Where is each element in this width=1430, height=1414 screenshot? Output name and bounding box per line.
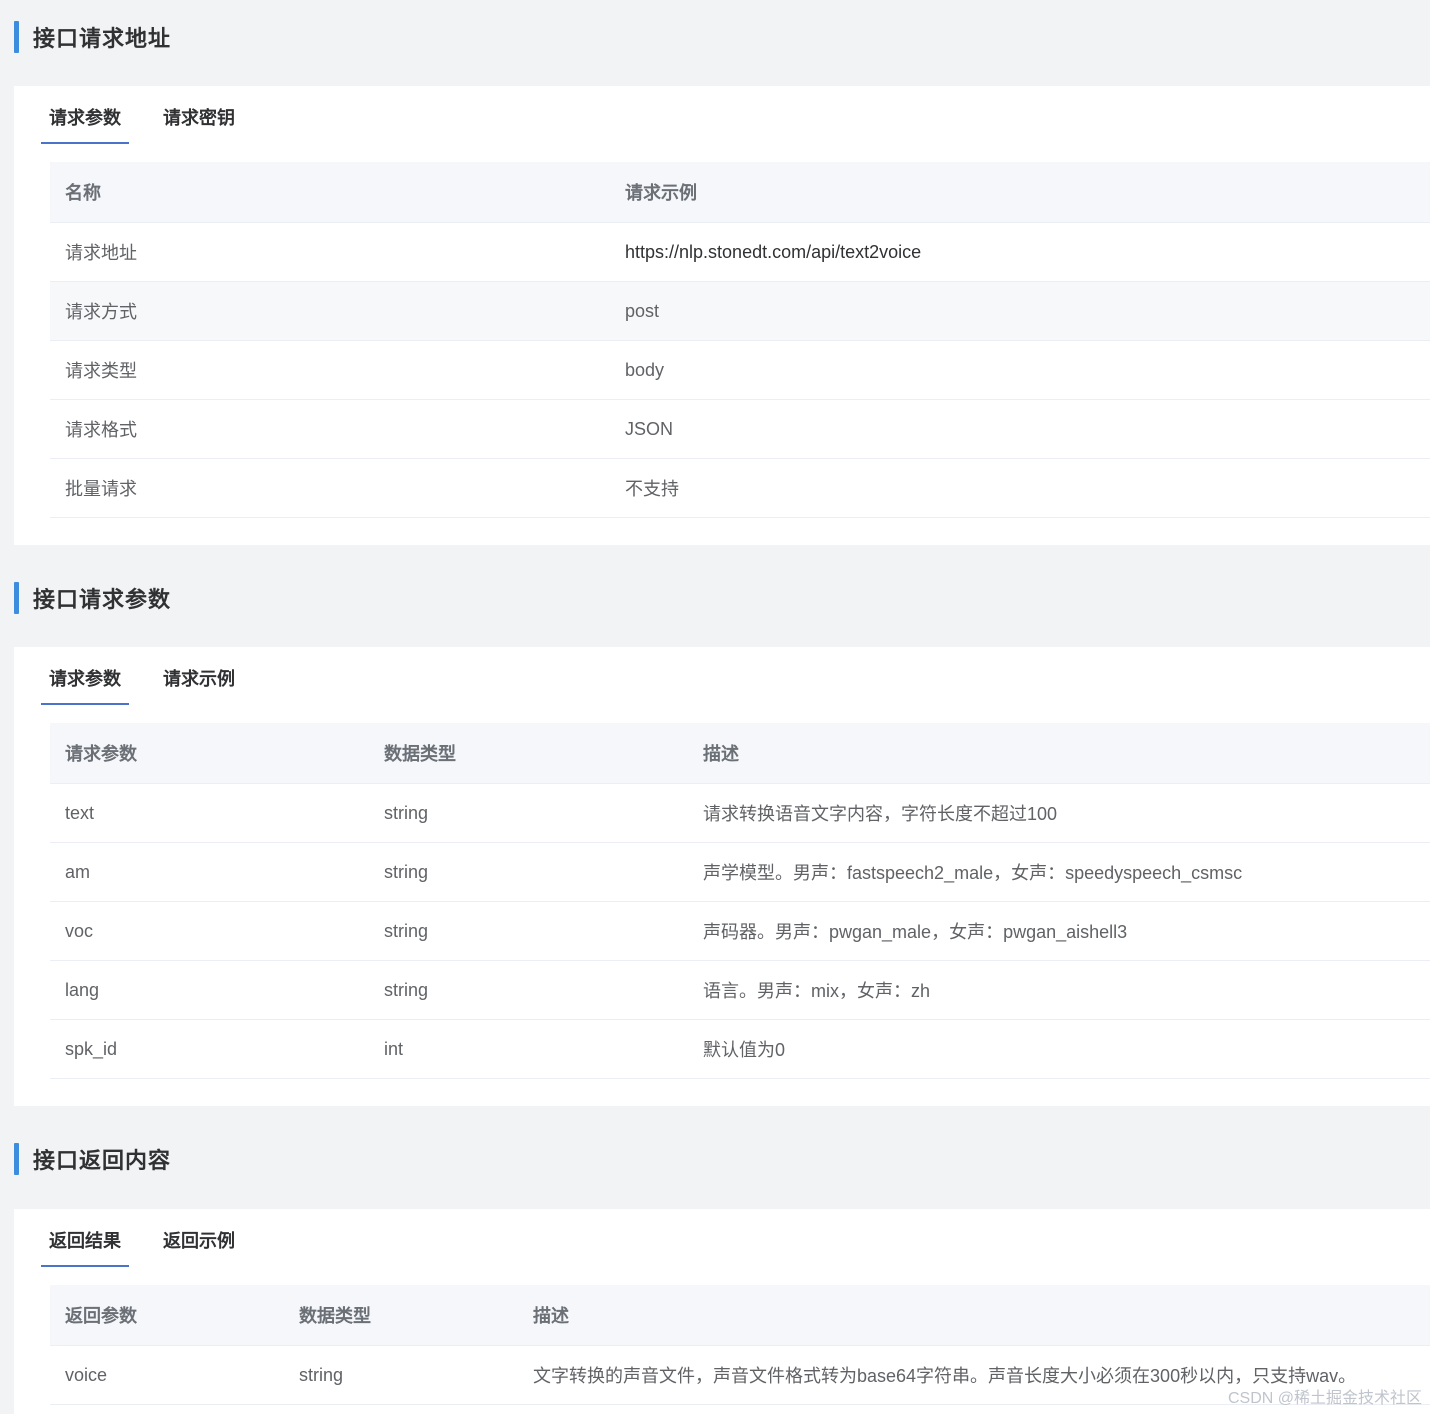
section-header-response: 接口返回内容 [14, 1143, 171, 1175]
table-cell-description: 声学模型。男声：fastspeech2_male，女声：speedyspeech… [688, 842, 1430, 902]
tab-request-params[interactable]: 请求参数 [41, 647, 129, 705]
section-accent-bar [14, 582, 19, 614]
table-cell-value: JSON [610, 399, 1430, 459]
tab-response-example[interactable]: 返回示例 [155, 1209, 243, 1267]
watermark: CSDN @稀土掘金技术社区 [1227, 1390, 1422, 1407]
table-cell-name: 请求类型 [50, 340, 610, 400]
section-title: 接口返回内容 [33, 1148, 172, 1173]
section-title: 接口请求地址 [33, 26, 172, 51]
table-cell-value: 不支持 [610, 458, 1430, 518]
table-cell-name: 请求方式 [50, 281, 610, 341]
column-header: 数据类型 [369, 723, 688, 784]
table-row: am string 声学模型。男声：fastspeech2_male，女声：sp… [50, 842, 1430, 902]
section-accent-bar [14, 1143, 19, 1175]
column-header: 请求参数 [50, 723, 369, 784]
column-header: 返回参数 [50, 1285, 284, 1346]
table-cell-type: string [369, 901, 688, 961]
table-row: 请求类型 body [50, 340, 1430, 400]
table-cell-description: 声码器。男声：pwgan_male，女声：pwgan_aishell3 [688, 901, 1430, 961]
column-header: 数据类型 [284, 1285, 518, 1346]
response-table: 返回参数 数据类型 描述 voice string 文字转换的声音文件，声音文件… [50, 1285, 1430, 1405]
table-cell-param: voice [50, 1345, 284, 1405]
section-header-request-params: 接口请求参数 [14, 582, 171, 614]
column-header: 描述 [518, 1285, 1430, 1346]
request-address-card: 请求参数 请求密钥 名称 请求示例 请求地址 https://nlp.stone… [14, 86, 1430, 545]
column-header: 描述 [688, 723, 1430, 784]
table-row: 请求方式 post [50, 281, 1430, 341]
table-header-row: 返回参数 数据类型 描述 [50, 1285, 1430, 1346]
table-row: text string 请求转换语音文字内容，字符长度不超过100 [50, 783, 1430, 843]
table-cell-description: 语言。男声：mix，女声：zh [688, 960, 1430, 1020]
table-row: voice string 文字转换的声音文件，声音文件格式转为base64字符串… [50, 1345, 1430, 1405]
table-cell-type: string [369, 842, 688, 902]
tab-request-params[interactable]: 请求参数 [41, 86, 129, 144]
table-header-row: 请求参数 数据类型 描述 [50, 723, 1430, 784]
table-cell-param: spk_id [50, 1019, 369, 1079]
section-title: 接口请求参数 [33, 587, 172, 612]
table-row: 请求地址 https://nlp.stonedt.com/api/text2vo… [50, 222, 1430, 282]
request-params-card: 请求参数 请求示例 请求参数 数据类型 描述 text string 请求转换语… [14, 647, 1430, 1106]
table-cell-value: post [610, 281, 1430, 341]
table-cell-param: am [50, 842, 369, 902]
column-header: 名称 [50, 162, 610, 223]
table-row: spk_id int 默认值为0 [50, 1019, 1430, 1079]
table-cell-name: 批量请求 [50, 458, 610, 518]
table-row: 请求格式 JSON [50, 399, 1430, 459]
table-cell-description: 默认值为0 [688, 1019, 1430, 1079]
table-cell-name: 请求地址 [50, 222, 610, 282]
table-cell-type: string [369, 960, 688, 1020]
tab-bar: 请求参数 请求密钥 [41, 86, 269, 144]
response-card: 返回结果 返回示例 返回参数 数据类型 描述 voice string 文字转换… [14, 1209, 1430, 1414]
tab-bar: 返回结果 返回示例 [41, 1209, 269, 1267]
request-address-table: 名称 请求示例 请求地址 https://nlp.stonedt.com/api… [50, 162, 1430, 518]
table-cell-type: string [369, 783, 688, 843]
table-cell-name: 请求格式 [50, 399, 610, 459]
column-header: 请求示例 [610, 162, 1430, 223]
table-row: lang string 语言。男声：mix，女声：zh [50, 960, 1430, 1020]
tab-request-key[interactable]: 请求密钥 [155, 86, 243, 144]
table-cell-param: voc [50, 901, 369, 961]
table-header-row: 名称 请求示例 [50, 162, 1430, 223]
table-cell-param: lang [50, 960, 369, 1020]
table-row: voc string 声码器。男声：pwgan_male，女声：pwgan_ai… [50, 901, 1430, 961]
request-params-table: 请求参数 数据类型 描述 text string 请求转换语音文字内容，字符长度… [50, 723, 1430, 1079]
section-accent-bar [14, 21, 19, 53]
table-cell-value: https://nlp.stonedt.com/api/text2voice [610, 222, 1430, 282]
tab-request-example[interactable]: 请求示例 [155, 647, 243, 705]
tab-bar: 请求参数 请求示例 [41, 647, 269, 705]
table-cell-type: string [284, 1345, 518, 1405]
tab-response-result[interactable]: 返回结果 [41, 1209, 129, 1267]
table-cell-param: text [50, 783, 369, 843]
section-header-request-address: 接口请求地址 [14, 21, 171, 53]
table-cell-value: body [610, 340, 1430, 400]
table-cell-type: int [369, 1019, 688, 1079]
table-cell-description: 请求转换语音文字内容，字符长度不超过100 [688, 783, 1430, 843]
table-row: 批量请求 不支持 [50, 458, 1430, 518]
